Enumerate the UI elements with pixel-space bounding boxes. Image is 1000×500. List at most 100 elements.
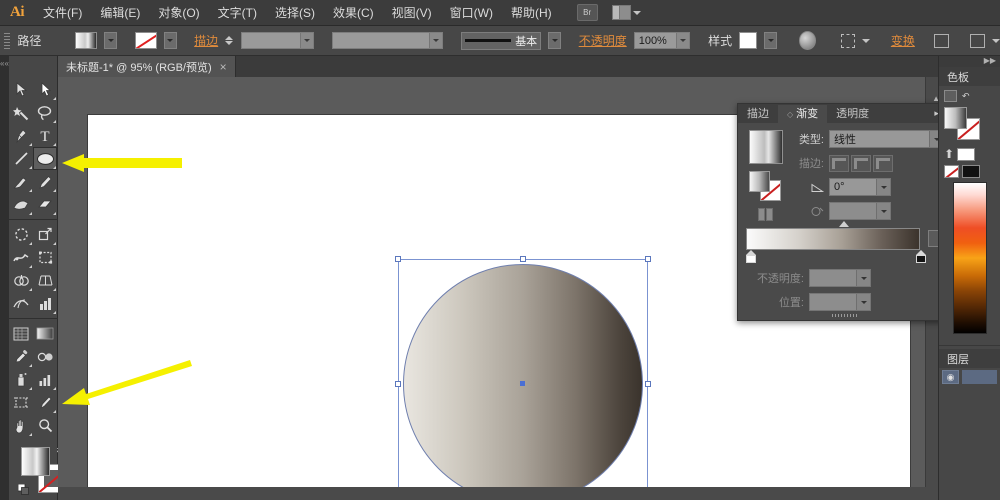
menu-help[interactable]: 帮助(H) xyxy=(502,0,561,26)
chevron-down-icon[interactable] xyxy=(876,179,890,195)
tool-zoom[interactable] xyxy=(33,414,57,437)
tool-line-segment[interactable] xyxy=(9,147,33,170)
gradient-angle-field[interactable]: 0° xyxy=(829,178,891,196)
stroke-swatch-button[interactable] xyxy=(134,32,157,49)
mask-icon[interactable] xyxy=(970,33,985,48)
stop-location-field[interactable] xyxy=(809,293,871,311)
none-swatch[interactable] xyxy=(944,165,959,178)
tool-scale[interactable] xyxy=(33,223,57,246)
arrange-documents-button[interactable] xyxy=(611,5,641,20)
opacity-label[interactable]: 不透明度 xyxy=(579,32,627,49)
stroke-weight-field[interactable] xyxy=(241,32,315,49)
menu-effect[interactable]: 效果(C) xyxy=(324,0,383,26)
tool-artboard[interactable] xyxy=(9,391,33,414)
tool-symbol-sprayer[interactable] xyxy=(9,368,33,391)
graphic-style-swatch[interactable] xyxy=(739,32,758,49)
stroke-weight-stepper[interactable] xyxy=(225,36,234,45)
panel-resize-grip[interactable] xyxy=(738,311,952,320)
gradient-ramp-bar[interactable] xyxy=(746,228,920,250)
menu-file[interactable]: 文件(F) xyxy=(34,0,91,26)
fill-swatch-button[interactable] xyxy=(75,32,98,49)
document-tab[interactable]: 未标题-1* @ 95% (RGB/预览) × xyxy=(58,56,236,77)
handle-top-right[interactable] xyxy=(645,256,651,262)
stroke-align-within-icon[interactable] xyxy=(829,154,849,172)
fill-color-swatch[interactable] xyxy=(21,447,50,476)
tool-gradient[interactable] xyxy=(33,322,57,345)
apply-to-front-icon[interactable]: ⬆ xyxy=(944,147,954,161)
stroke-dropdown-button[interactable] xyxy=(163,32,177,49)
panel-tab-stroke[interactable]: 描边 xyxy=(738,105,778,123)
tool-ellipse[interactable] xyxy=(33,147,57,170)
stroke-align-across-icon[interactable] xyxy=(873,154,893,172)
menu-select[interactable]: 选择(S) xyxy=(266,0,324,26)
chevron-down-icon[interactable] xyxy=(861,38,870,43)
tool-type[interactable]: T xyxy=(33,124,57,147)
stroke-label[interactable]: 描边 xyxy=(194,32,218,49)
handle-top-left[interactable] xyxy=(395,256,401,262)
tool-eraser[interactable] xyxy=(33,193,57,216)
tool-panel-collapse-strip[interactable]: «« xyxy=(0,56,9,500)
white-swatch[interactable] xyxy=(957,147,976,161)
menu-type[interactable]: 文字(T) xyxy=(209,0,266,26)
gradient-aspect-field[interactable] xyxy=(829,202,891,220)
chevron-down-icon[interactable] xyxy=(856,270,870,286)
panel-tab-swatches[interactable]: 色板 xyxy=(939,67,1000,86)
menu-view[interactable]: 视图(V) xyxy=(383,0,441,26)
isolate-group-icon[interactable] xyxy=(934,33,949,48)
tool-free-transform[interactable] xyxy=(33,246,57,269)
black-swatch[interactable] xyxy=(962,165,980,178)
stop-opacity-field[interactable] xyxy=(809,269,871,287)
eye-icon[interactable]: ◉ xyxy=(942,370,959,384)
tool-graph[interactable] xyxy=(33,368,57,391)
tool-mesh[interactable] xyxy=(9,292,33,315)
menu-object[interactable]: 对象(O) xyxy=(149,0,208,26)
tool-pen[interactable] xyxy=(9,124,33,147)
tool-perspective-grid[interactable] xyxy=(33,269,57,292)
panel-tab-transparency[interactable]: 透明度 xyxy=(827,105,878,123)
tool-direct-selection[interactable] xyxy=(33,78,57,101)
graphic-style-dropdown[interactable] xyxy=(764,32,778,49)
tool-magic-wand[interactable] xyxy=(9,101,33,124)
menu-edit[interactable]: 编辑(E) xyxy=(91,0,149,26)
handle-top-center[interactable] xyxy=(520,256,526,262)
horizontal-scrollbar[interactable] xyxy=(58,487,938,500)
right-dock-collapse-icon[interactable]: ▶▶ xyxy=(939,56,1000,67)
tool-pencil[interactable] xyxy=(33,170,57,193)
color-spectrum-ramp[interactable] xyxy=(952,182,987,334)
gradient-midpoint-handle[interactable] xyxy=(839,221,850,227)
bridge-icon[interactable]: Br xyxy=(576,4,598,21)
tool-warp[interactable] xyxy=(9,246,33,269)
gradient-stop-end[interactable] xyxy=(916,250,926,263)
brush-definition-dropdown[interactable] xyxy=(548,32,562,49)
layer-row[interactable]: ◉ xyxy=(939,368,1000,386)
color-ramp-reverse-icon[interactable]: ↶ xyxy=(962,91,970,102)
reverse-gradient-icon[interactable] xyxy=(758,208,774,221)
chevron-down-icon[interactable] xyxy=(300,33,314,48)
gradient-slider[interactable] xyxy=(746,221,944,263)
close-icon[interactable]: × xyxy=(220,60,227,74)
opacity-field[interactable]: 100% xyxy=(633,32,691,49)
tool-blob-brush[interactable] xyxy=(9,193,33,216)
tool-eyedropper[interactable] xyxy=(9,345,33,368)
control-bar-grip[interactable] xyxy=(4,31,11,51)
tool-slice[interactable] xyxy=(33,391,57,414)
tool-gradient-mesh[interactable] xyxy=(9,322,33,345)
chevron-down-icon[interactable] xyxy=(991,38,1000,43)
chevron-down-icon[interactable] xyxy=(876,203,890,219)
panel-tab-layers[interactable]: 图层 xyxy=(939,349,1000,368)
tool-paintbrush[interactable] xyxy=(9,170,33,193)
tool-blend[interactable] xyxy=(33,345,57,368)
default-fill-stroke-icon[interactable] xyxy=(17,483,29,495)
brush-definition-field[interactable]: 基本 xyxy=(460,31,542,50)
align-dropdown-icon[interactable] xyxy=(840,33,855,48)
color-fill-swatch[interactable] xyxy=(944,107,967,129)
tool-shape-builder[interactable] xyxy=(9,269,33,292)
gradient-fill-stroke-toggle[interactable] xyxy=(749,171,783,201)
gradient-type-select[interactable]: 线性 xyxy=(829,130,944,148)
color-panel-menu-icon[interactable] xyxy=(944,90,957,102)
stroke-align-along-icon[interactable] xyxy=(851,154,871,172)
menu-window[interactable]: 窗口(W) xyxy=(441,0,502,26)
handle-middle-right[interactable] xyxy=(645,381,651,387)
tool-rotate[interactable] xyxy=(9,223,33,246)
selected-object-group[interactable] xyxy=(395,256,651,500)
